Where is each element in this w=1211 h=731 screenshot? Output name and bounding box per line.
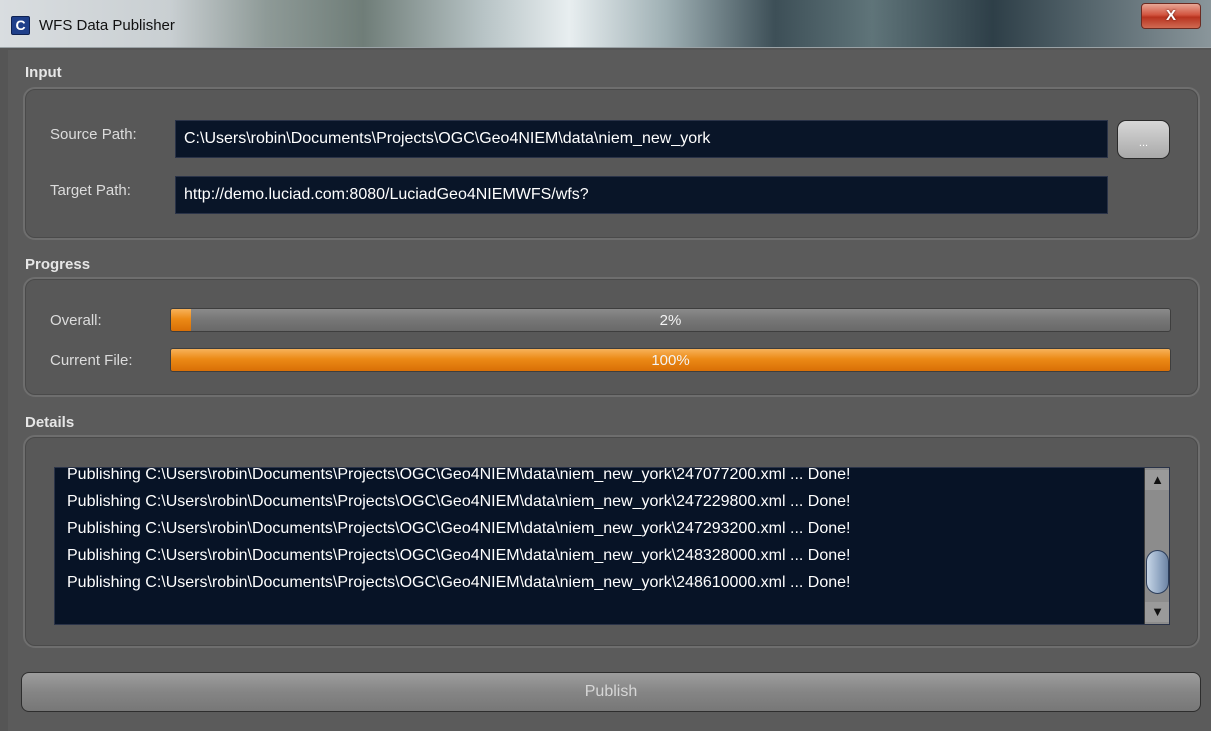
details-section-label: Details (25, 414, 75, 431)
log-line: Publishing C:\Users\robin\Documents\Proj… (67, 467, 851, 483)
scroll-thumb[interactable] (1146, 550, 1169, 594)
log-line: Publishing C:\Users\robin\Documents\Proj… (67, 547, 851, 564)
overall-label: Overall: (50, 312, 102, 329)
target-path-field[interactable]: http://demo.luciad.com:8080/LuciadGeo4NI… (175, 176, 1108, 214)
current-file-progress-bar: 100% (170, 348, 1171, 372)
window-title: WFS Data Publisher (39, 17, 175, 34)
app-icon: C (11, 16, 30, 35)
target-path-label: Target Path: (50, 182, 131, 199)
details-group: Publishing C:\Users\robin\Documents\Proj… (23, 435, 1200, 648)
input-section-label: Input (25, 64, 62, 81)
browse-button[interactable]: ... (1117, 120, 1170, 159)
details-scrollbar[interactable]: ▲ ▼ (1144, 468, 1169, 624)
client-area: Input Source Path: C:\Users\robin\Docume… (8, 50, 1211, 731)
scroll-up-arrow-icon[interactable]: ▲ (1145, 470, 1169, 490)
log-line: Publishing C:\Users\robin\Documents\Proj… (67, 520, 851, 537)
progress-group: Overall: 2% Current File: 100% (23, 277, 1200, 397)
scroll-down-arrow-icon[interactable]: ▼ (1145, 602, 1169, 622)
progress-section-label: Progress (25, 256, 91, 273)
source-path-field[interactable]: C:\Users\robin\Documents\Projects\OGC\Ge… (175, 120, 1108, 158)
log-line: Publishing C:\Users\robin\Documents\Proj… (67, 493, 851, 510)
current-file-label: Current File: (50, 352, 133, 369)
wfs-data-publisher-window: C WFS Data Publisher X Input Source Path… (0, 0, 1211, 731)
overall-progress-bar: 2% (170, 308, 1171, 332)
title-bar[interactable]: C WFS Data Publisher X (0, 0, 1211, 48)
details-log[interactable]: Publishing C:\Users\robin\Documents\Proj… (54, 467, 1170, 625)
current-file-progress-text: 100% (651, 352, 690, 369)
overall-progress-text: 2% (659, 312, 682, 329)
log-line: Publishing C:\Users\robin\Documents\Proj… (67, 574, 851, 591)
input-group: Source Path: C:\Users\robin\Documents\Pr… (23, 87, 1200, 240)
close-button[interactable]: X (1141, 3, 1201, 29)
publish-button[interactable]: Publish (21, 672, 1201, 712)
source-path-label: Source Path: (50, 126, 137, 143)
